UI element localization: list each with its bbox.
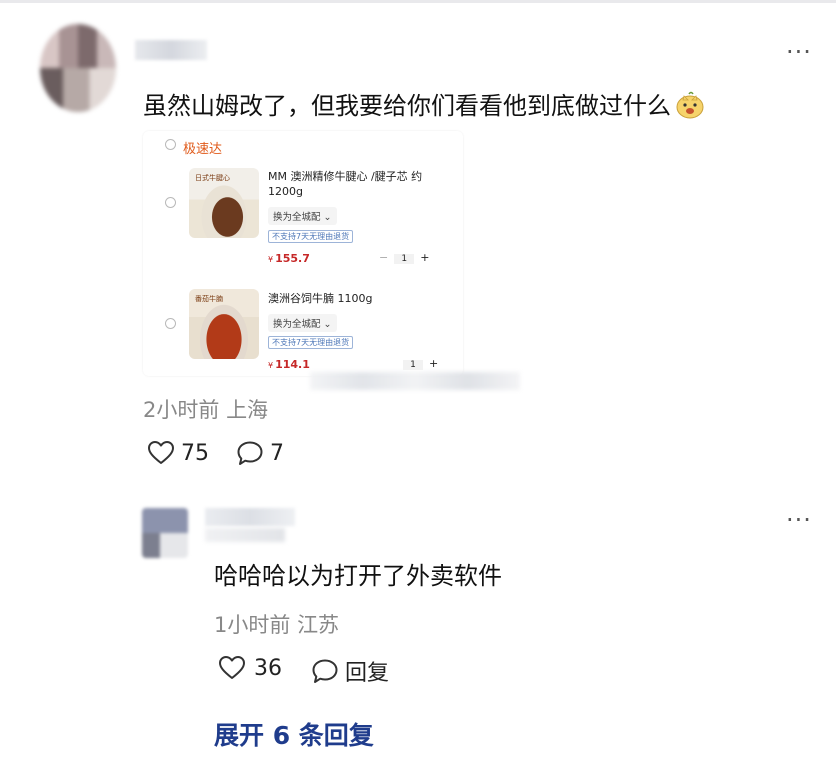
username-blurred[interactable]	[135, 40, 207, 60]
store-name: 极速达	[183, 142, 223, 157]
reply-like-button[interactable]: 36	[218, 655, 282, 681]
delivery-option-label: 换为全城配	[273, 319, 321, 330]
minus-icon: −	[379, 251, 389, 264]
reply-username-blurred-secondary	[205, 528, 285, 542]
product-thumbnail: 番茄牛腩	[189, 289, 259, 359]
reply-text: 哈哈哈以为打开了外卖软件	[214, 562, 502, 590]
product-price: ¥114.1	[268, 358, 310, 371]
pig-emoji-icon	[675, 91, 705, 119]
currency-symbol: ¥	[268, 361, 274, 370]
more-options-icon[interactable]: ···	[786, 40, 812, 64]
comment-time: 2小时前	[143, 398, 220, 422]
product-price: ¥155.7	[268, 252, 310, 265]
item-radio	[165, 197, 176, 208]
reply-avatar[interactable]	[142, 508, 188, 558]
price-value: 114.1	[275, 358, 310, 371]
reply-username-blurred[interactable]	[205, 508, 295, 526]
like-button[interactable]: 75	[147, 440, 209, 466]
reply-more-options-icon[interactable]: ···	[786, 508, 812, 532]
plus-icon: +	[420, 251, 430, 264]
expand-replies-link[interactable]: 展开 6 条回复	[214, 716, 374, 752]
price-value: 155.7	[275, 252, 310, 265]
thumbnail-label: 日式牛腱心	[195, 174, 230, 182]
quantity-value: 1	[394, 254, 415, 264]
quantity-value: 1	[403, 360, 423, 370]
comment-location: 上海	[226, 398, 269, 422]
reply-meta: 1小时前 江苏	[214, 609, 339, 639]
heart-icon	[218, 655, 246, 681]
like-count: 75	[181, 440, 209, 466]
product-card-image: 极速达 日式牛腱心 MM 澳洲精修牛腱心 /腱子芯 约 1200g 换为全城配 …	[143, 131, 463, 376]
reply-location: 江苏	[297, 613, 340, 637]
reply-button[interactable]: 回复	[311, 655, 389, 687]
currency-symbol: ¥	[268, 255, 274, 264]
return-policy-tag: 不支持7天无理由退货	[268, 336, 354, 349]
thumbnail-label: 番茄牛腩	[195, 295, 223, 303]
comment-text: 虽然山姆改了，但我要给你们看看他到底做过什么	[143, 86, 705, 121]
delivery-option: 换为全城配 ⌄	[268, 314, 337, 332]
reply-count-button[interactable]: 7	[236, 440, 284, 467]
reply-time: 1小时前	[214, 613, 291, 637]
comment-body: 虽然山姆改了，但我要给你们看看他到底做过什么	[143, 92, 671, 120]
item-radio	[165, 318, 176, 329]
quantity-stepper: 1 +	[397, 357, 438, 370]
store-radio	[165, 139, 176, 150]
reply-like-count: 36	[254, 655, 282, 681]
product-thumbnail: 日式牛腱心	[189, 168, 259, 238]
return-policy-tag: 不支持7天无理由退货	[268, 230, 354, 243]
plus-icon: +	[429, 357, 439, 370]
comment-meta: 2小时前 上海	[143, 394, 268, 424]
product-name: 澳洲谷饲牛腩 1100g	[268, 292, 373, 305]
comment-bubble-icon	[236, 440, 264, 467]
comment-bubble-icon	[311, 658, 339, 685]
heart-icon	[147, 440, 175, 466]
delivery-option-label: 换为全城配	[273, 212, 321, 223]
blurred-overlay	[310, 372, 520, 390]
avatar[interactable]	[40, 24, 116, 112]
top-divider	[0, 0, 836, 3]
delivery-option: 换为全城配 ⌄	[268, 207, 337, 225]
quantity-stepper: −1 +	[379, 251, 429, 264]
product-name: MM 澳洲精修牛腱心 /腱子芯 约 1200g	[268, 170, 423, 198]
reply-label: 回复	[345, 661, 390, 686]
reply-count: 7	[270, 441, 284, 466]
